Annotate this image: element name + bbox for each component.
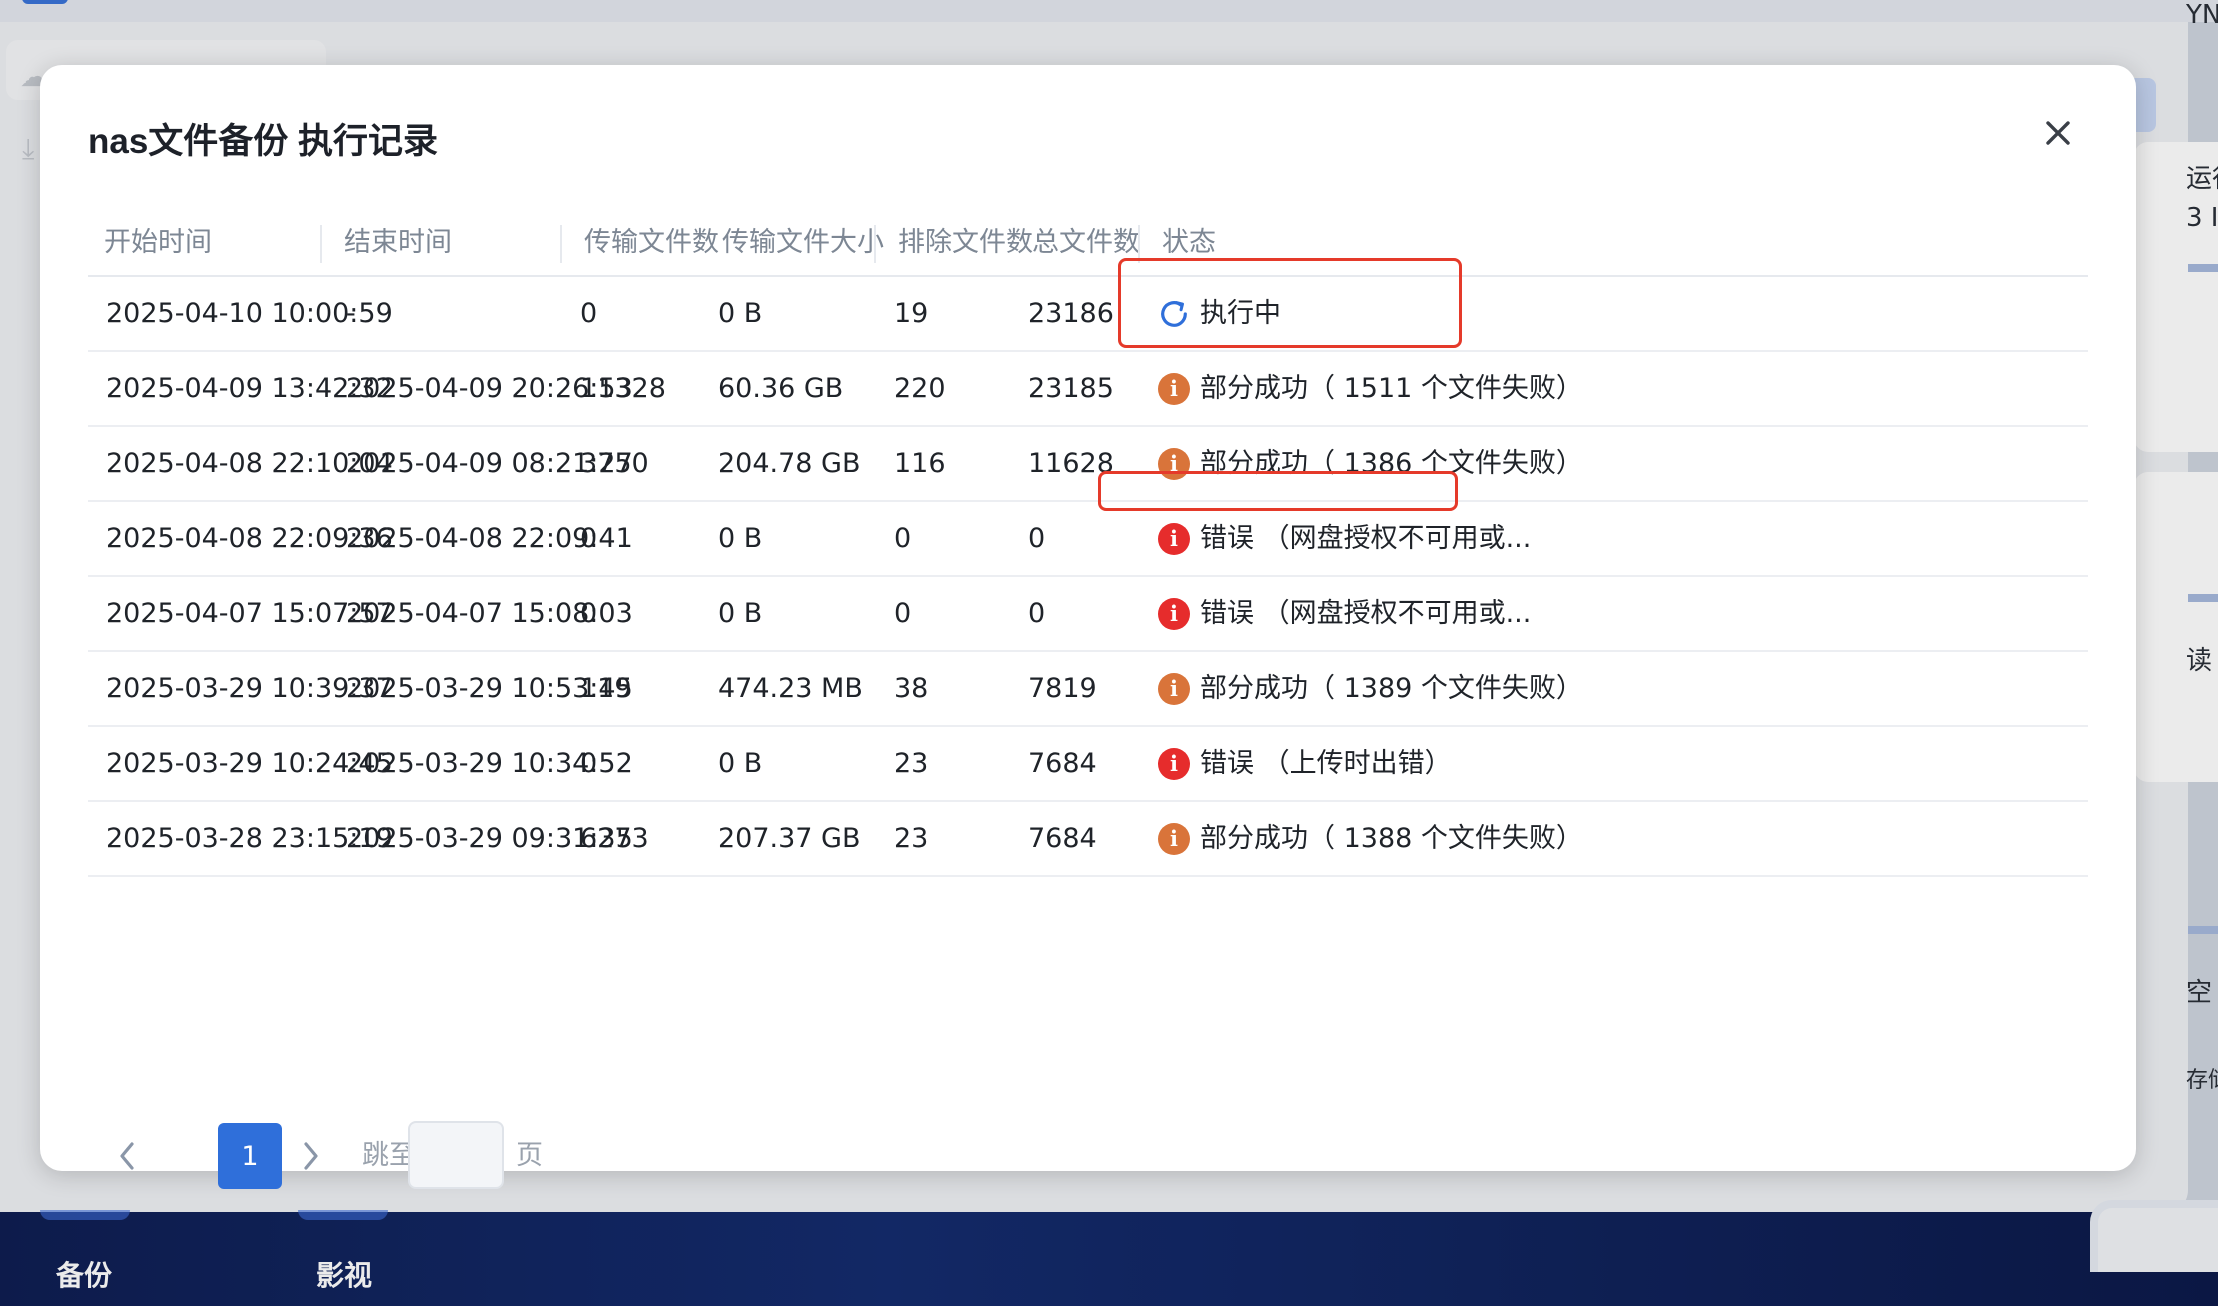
cell-excluded-files: 220 [894, 373, 946, 404]
error-icon: i [1158, 522, 1190, 555]
column-header-excluded-files: 排除文件数 [874, 211, 1033, 275]
error-icon: i [1158, 597, 1190, 630]
status-text: 错误 （上传时出错） [1200, 748, 1452, 779]
cell-total-files: 7819 [1028, 673, 1097, 704]
page-button-current[interactable]: 1 [218, 1123, 282, 1189]
table-row: 2025-04-09 13:42:32 2025-04-09 20:26:53 11… [88, 352, 2088, 427]
cell-end-time: - [346, 298, 356, 329]
info-icon: i [1158, 447, 1190, 480]
column-header-end-time: 结束时间 [320, 211, 452, 275]
cell-excluded-files: 0 [894, 523, 912, 554]
cell-transferred-size: 207.37 GB [718, 823, 861, 854]
cell-transferred-size: 0 B [718, 298, 763, 329]
cell-status: i 部分成功（ 1511 个文件失败） [1158, 352, 1583, 425]
status-text: 部分成功（ 1388 个文件失败） [1200, 823, 1583, 854]
cell-transferred-files: 119 [580, 673, 632, 704]
cell-total-files: 23185 [1028, 373, 1114, 404]
cell-transferred-files: 11328 [580, 373, 666, 404]
column-header-transferred-size: 传输文件大小 [722, 227, 884, 258]
info-icon: i [1158, 372, 1190, 405]
table-row: 2025-03-29 10:39:37 2025-03-29 10:53:45 11… [88, 652, 2088, 727]
table-row: 2025-03-29 10:24:45 2025-03-29 10:34:52 0 0… [88, 727, 2088, 802]
cell-status: i 部分成功（ 1388 个文件失败） [1158, 802, 1583, 875]
close-icon [2046, 121, 2070, 145]
status-text: 部分成功（ 1511 个文件失败） [1200, 373, 1583, 404]
cell-excluded-files: 0 [894, 598, 912, 629]
execution-records-dialog: nas文件备份 执行记录 开始时间 结束时间 传输文件数 传输文件大小 排除文件… [40, 65, 2136, 1189]
cell-total-files: 0 [1028, 523, 1046, 554]
status-text: 执行中 [1200, 298, 1281, 329]
cell-excluded-files: 19 [894, 298, 929, 329]
cell-status: i 错误 （网盘授权不可用或... [1158, 577, 1531, 650]
cell-total-files: 11628 [1028, 448, 1114, 479]
status-text: 部分成功（ 1389 个文件失败） [1200, 673, 1583, 704]
cell-status: i 部分成功（ 1386 个文件失败） [1158, 427, 1583, 500]
cell-total-files: 7684 [1028, 748, 1097, 779]
chevron-right-icon [304, 1142, 318, 1170]
cell-status: 执行中 [1158, 277, 1281, 350]
cell-excluded-files: 116 [894, 448, 946, 479]
cell-transferred-size: 0 B [718, 748, 763, 779]
table-row: 2025-03-28 23:15:19 2025-03-29 09:31:35 62… [88, 802, 2088, 877]
error-icon: i [1158, 747, 1190, 780]
cell-transferred-size: 204.78 GB [718, 448, 861, 479]
records-table: 开始时间 结束时间 传输文件数 传输文件大小 排除文件数 总文件数 状态 202… [88, 211, 2088, 877]
close-button[interactable] [2038, 113, 2078, 153]
cell-total-files: 0 [1028, 598, 1046, 629]
cell-excluded-files: 23 [894, 748, 929, 779]
status-badge: i 错误 （网盘授权不可用或... [1158, 502, 1531, 575]
cell-total-files: 7684 [1028, 823, 1097, 854]
status-badge: i 部分成功（ 1388 个文件失败） [1158, 802, 1583, 875]
refresh-icon [1158, 298, 1190, 330]
cell-transferred-files: 0 [580, 298, 598, 329]
cell-status: i 错误 （上传时出错） [1158, 727, 1452, 800]
status-badge: i 错误 （网盘授权不可用或... [1158, 577, 1531, 650]
cell-excluded-files: 38 [894, 673, 929, 704]
status-badge: i 部分成功（ 1511 个文件失败） [1158, 352, 1583, 425]
cell-transferred-files: 0 [580, 748, 598, 779]
table-row: 2025-04-08 22:10:04 2025-04-09 08:21:27 37… [88, 427, 2088, 502]
cell-transferred-size: 474.23 MB [718, 673, 863, 704]
status-text: 部分成功（ 1386 个文件失败） [1200, 448, 1583, 479]
cell-status: i 部分成功（ 1389 个文件失败） [1158, 652, 1583, 725]
status-badge: i 错误 （上传时出错） [1158, 727, 1452, 800]
status-badge: i 部分成功（ 1386 个文件失败） [1158, 427, 1583, 500]
next-page-button[interactable] [286, 1123, 336, 1189]
chevron-left-icon [120, 1142, 134, 1170]
column-header-total-files: 总文件数 [1032, 227, 1140, 258]
table-row: 2025-04-08 22:09:36 2025-04-08 22:09:41 0 0… [88, 502, 2088, 577]
table-body: 2025-04-10 10:00:59-0 0 B 19 23186 执行中 2025-0… [88, 277, 2088, 877]
column-header-status: 状态 [1138, 211, 1216, 275]
cell-transferred-files: 6273 [580, 823, 649, 854]
cell-excluded-files: 23 [894, 823, 929, 854]
page-unit-label: 页 [516, 1140, 543, 1171]
goto-page-input[interactable] [408, 1121, 504, 1189]
dialog-title: nas文件备份 执行记录 [88, 122, 439, 161]
cell-transferred-size: 0 B [718, 523, 763, 554]
cell-transferred-size: 60.36 GB [718, 373, 844, 404]
info-icon: i [1158, 822, 1190, 855]
column-header-transferred-files: 传输文件数 [560, 211, 719, 275]
prev-page-button[interactable] [102, 1123, 152, 1189]
info-icon: i [1158, 672, 1190, 705]
table-header: 开始时间 结束时间 传输文件数 传输文件大小 排除文件数 总文件数 状态 [88, 211, 2088, 277]
status-text: 错误 （网盘授权不可用或... [1200, 598, 1532, 629]
cell-total-files: 23186 [1028, 298, 1114, 329]
cell-transferred-size: 0 B [718, 598, 763, 629]
status-badge: i 部分成功（ 1389 个文件失败） [1158, 652, 1583, 725]
cell-transferred-files: 3750 [580, 448, 649, 479]
cell-transferred-files: 0 [580, 523, 598, 554]
column-header-start-time: 开始时间 [104, 227, 212, 258]
status-text: 错误 （网盘授权不可用或... [1200, 523, 1532, 554]
cell-transferred-files: 0 [580, 598, 598, 629]
table-row: 2025-04-10 10:00:59-0 0 B 19 23186 执行中 [88, 277, 2088, 352]
table-row: 2025-04-07 15:07:57 2025-04-07 15:08:03 0 0… [88, 577, 2088, 652]
cell-status: i 错误 （网盘授权不可用或... [1158, 502, 1531, 575]
status-badge: 执行中 [1158, 277, 1281, 350]
